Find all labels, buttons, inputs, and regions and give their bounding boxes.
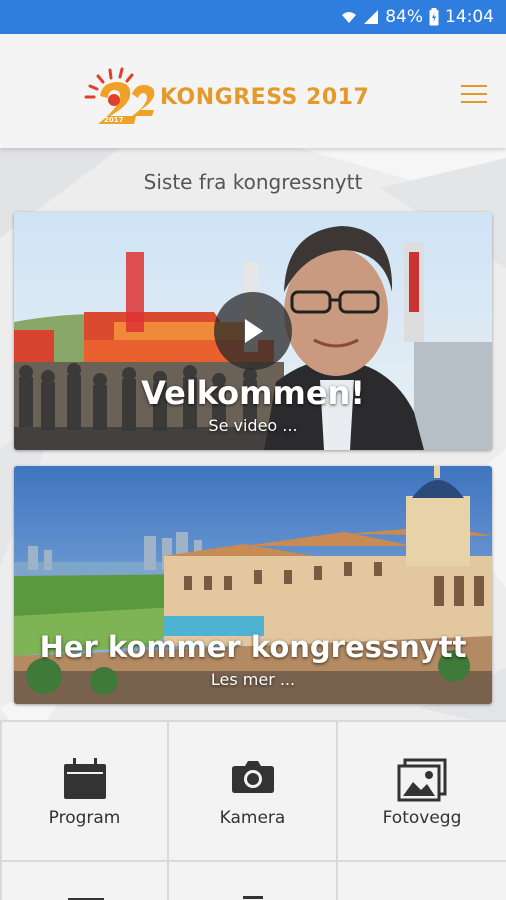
news-card-article[interactable]: Her kommer kongressnytt Les mer ... <box>14 466 492 704</box>
menu-tile-fotovegg[interactable]: Fotovegg <box>338 722 506 860</box>
app-title: KONGRESS 2017 <box>160 85 370 110</box>
main-menu-grid: Program Kamera Fotovegg <box>0 720 506 900</box>
section-title: Siste fra kongressnytt <box>143 170 363 194</box>
status-bar: 84% 14:04 <box>0 0 506 34</box>
tile-icon-partial <box>243 896 263 900</box>
battery-percent: 84% <box>385 7 423 27</box>
tile-label: Fotovegg <box>382 808 462 828</box>
menu-tile[interactable] <box>338 862 506 900</box>
wifi-icon <box>341 9 357 25</box>
camera-icon <box>231 761 274 793</box>
app-header: 2017 KONGRESS 2017 <box>0 34 506 148</box>
tile-label: Program <box>48 808 121 828</box>
calendar-icon <box>63 758 106 799</box>
news-card-video[interactable]: Velkommen! Se video ... <box>14 212 492 450</box>
logo-year: 2017 <box>104 116 124 124</box>
card-heading: Velkommen! <box>141 374 365 412</box>
congress-logo: 2017 <box>80 66 158 126</box>
card-link[interactable]: Se video ... <box>14 416 492 435</box>
photo-wall-icon <box>397 758 447 802</box>
menu-tile-camera[interactable]: Kamera <box>169 722 336 860</box>
card-heading: Her kommer kongressnytt <box>39 630 467 664</box>
hamburger-icon[interactable] <box>458 82 490 106</box>
menu-tile[interactable] <box>169 862 336 900</box>
clock: 14:04 <box>445 7 494 27</box>
play-icon <box>245 319 263 343</box>
signal-icon <box>363 9 379 25</box>
article-thumbnail <box>14 466 492 704</box>
menu-tile[interactable] <box>2 862 167 900</box>
play-button[interactable] <box>214 292 292 370</box>
card-link[interactable]: Les mer ... <box>14 670 492 689</box>
menu-tile-program[interactable]: Program <box>2 722 167 860</box>
tile-label: Kamera <box>219 808 286 828</box>
battery-icon <box>429 8 439 26</box>
